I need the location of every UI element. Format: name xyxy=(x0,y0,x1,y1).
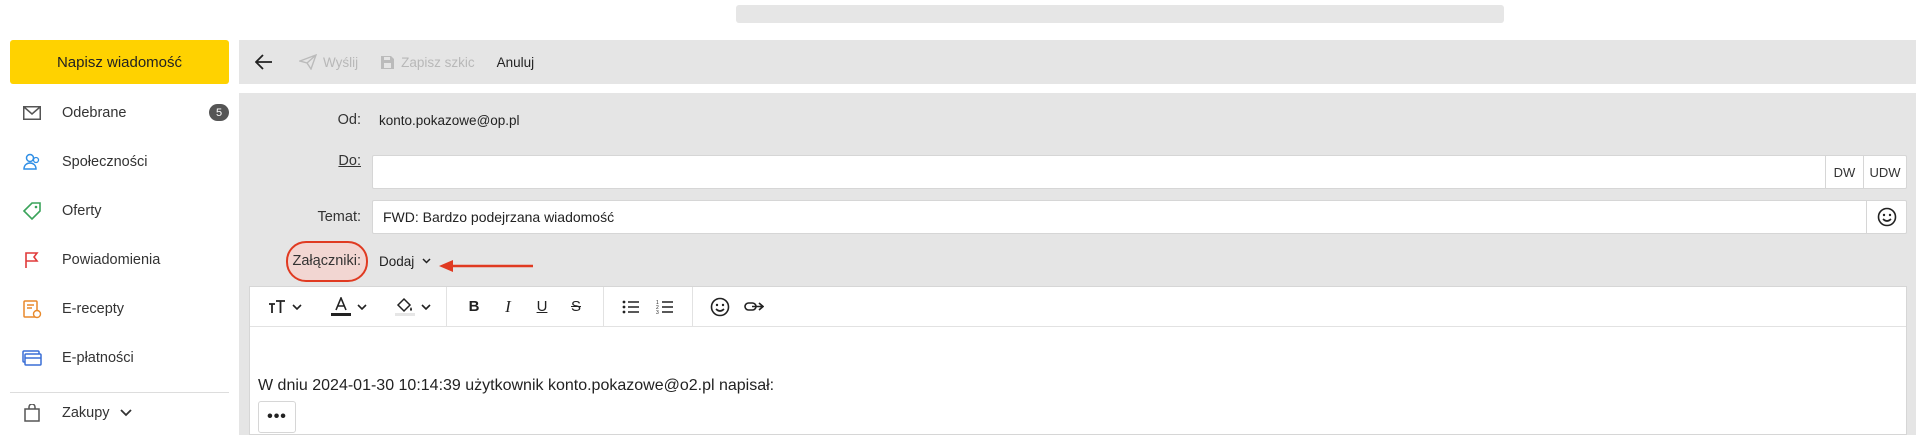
bcc-button[interactable]: UDW xyxy=(1863,156,1906,188)
message-editor[interactable]: B I U S 1 2 3 W dniu 2024-01-30 10:14:39… xyxy=(249,286,1907,435)
highlight-color-button[interactable] xyxy=(390,292,436,322)
add-attachment-label: Dodaj xyxy=(379,253,415,269)
send-icon xyxy=(299,54,317,70)
to-field[interactable]: DW UDW xyxy=(372,155,1907,189)
shopping-bag-icon xyxy=(22,403,42,423)
from-label: Od: xyxy=(337,112,361,128)
strikethrough-button[interactable]: S xyxy=(559,292,593,322)
save-draft-button[interactable]: Zapisz szkic xyxy=(380,55,475,70)
unread-count-badge: 5 xyxy=(209,104,229,121)
tag-icon xyxy=(22,201,42,221)
text-color-icon xyxy=(331,296,351,317)
sidebar-item-label: Powiadomienia xyxy=(62,251,161,268)
sidebar-item-label: Oferty xyxy=(62,202,102,219)
sidebar-item-label: Odebrane xyxy=(62,104,127,121)
cc-button[interactable]: DW xyxy=(1825,156,1863,188)
underline-button[interactable]: U xyxy=(525,292,559,322)
sidebar-item-communities[interactable]: Społeczności xyxy=(10,137,229,186)
emoji-icon xyxy=(710,297,730,317)
editor-body[interactable]: W dniu 2024-01-30 10:14:39 użytkownik ko… xyxy=(250,327,1906,433)
people-icon xyxy=(22,152,42,172)
list-group: 123 xyxy=(614,286,693,327)
send-button[interactable]: Wyślij xyxy=(299,54,358,70)
subject-field[interactable]: FWD: Bardzo podejrzana wiadomość xyxy=(372,200,1907,234)
italic-button[interactable]: I xyxy=(491,292,525,322)
font-size-button[interactable] xyxy=(262,292,308,322)
compose-button[interactable]: Napisz wiadomość xyxy=(10,40,229,84)
numbered-list-icon: 123 xyxy=(656,299,674,315)
strikethrough-icon: S xyxy=(570,298,581,315)
bullet-list-button[interactable] xyxy=(614,292,648,322)
from-value: konto.pokazowe@op.pl xyxy=(379,112,520,128)
chevron-down-icon xyxy=(292,303,302,310)
font-size-icon xyxy=(268,299,286,314)
editor-toolbar: B I U S 1 2 3 xyxy=(250,286,1906,327)
insert-link-button[interactable] xyxy=(737,292,771,322)
inbox-icon xyxy=(22,103,42,123)
sidebar-item-eprescriptions[interactable]: E-recepty xyxy=(10,284,229,333)
back-button[interactable] xyxy=(255,54,273,70)
bullet-list-icon xyxy=(622,300,640,314)
prescription-icon xyxy=(22,299,42,319)
sidebar-item-notifications[interactable]: Powiadomienia xyxy=(10,235,229,284)
svg-text:3: 3 xyxy=(656,310,659,315)
address-bar-placeholder xyxy=(736,5,1504,23)
compose-form: Od: konto.pokazowe@op.pl Do: DW UDW Tema… xyxy=(239,93,1916,435)
emoji-icon xyxy=(1877,207,1897,227)
attachments-label: Załączniki: xyxy=(292,253,362,269)
chevron-down-icon xyxy=(119,409,132,417)
sidebar-item-inbox[interactable]: Odebrane 5 xyxy=(10,88,229,137)
sidebar: Napisz wiadomość Odebrane 5 Społeczności… xyxy=(10,40,229,433)
format-group: B I U S xyxy=(457,286,604,327)
show-quoted-button[interactable]: ••• xyxy=(258,401,296,433)
chevron-down-icon xyxy=(421,303,431,310)
to-label[interactable]: Do: xyxy=(239,153,361,169)
sidebar-item-offers[interactable]: Oferty xyxy=(10,186,229,235)
compose-toolbar: Wyślij Zapisz szkic Anuluj xyxy=(239,40,1916,84)
card-icon xyxy=(22,348,42,368)
emoji-button[interactable] xyxy=(1866,201,1906,233)
bold-icon: B xyxy=(468,298,480,315)
link-icon xyxy=(744,300,764,314)
chevron-down-icon xyxy=(422,258,431,264)
subject-input[interactable]: FWD: Bardzo podejrzana wiadomość xyxy=(373,209,1866,225)
sidebar-item-label: E-płatności xyxy=(62,349,134,366)
bold-button[interactable]: B xyxy=(457,292,491,322)
sidebar-nav: Odebrane 5 Społeczności Oferty Powiadomi… xyxy=(10,88,229,433)
font-size-group xyxy=(262,286,447,327)
underline-icon: U xyxy=(536,298,548,315)
cancel-button[interactable]: Anuluj xyxy=(497,55,535,70)
arrow-left-icon xyxy=(255,54,273,70)
send-label: Wyślij xyxy=(323,54,359,70)
text-color-button[interactable] xyxy=(326,292,372,322)
sidebar-item-label: E-recepty xyxy=(62,300,125,317)
quoted-header-text: W dniu 2024-01-30 10:14:39 użytkownik ko… xyxy=(258,377,775,394)
sidebar-item-shopping[interactable]: Zakupy xyxy=(10,393,229,433)
insert-emoji-button[interactable] xyxy=(703,292,737,322)
paint-bucket-icon xyxy=(395,297,415,317)
annotation-arrow-icon xyxy=(438,259,534,278)
numbered-list-button[interactable]: 123 xyxy=(648,292,682,322)
add-attachment-button[interactable]: Dodaj xyxy=(379,254,431,269)
save-draft-label: Zapisz szkic xyxy=(401,54,475,70)
sidebar-item-label: Zakupy xyxy=(62,405,110,421)
italic-icon: I xyxy=(505,296,511,316)
sidebar-item-label: Społeczności xyxy=(62,153,148,170)
save-icon xyxy=(380,55,395,70)
chevron-down-icon xyxy=(357,303,367,310)
flag-icon xyxy=(22,250,42,270)
sidebar-item-epayments[interactable]: E-płatności xyxy=(10,333,229,382)
subject-label: Temat: xyxy=(317,209,361,225)
